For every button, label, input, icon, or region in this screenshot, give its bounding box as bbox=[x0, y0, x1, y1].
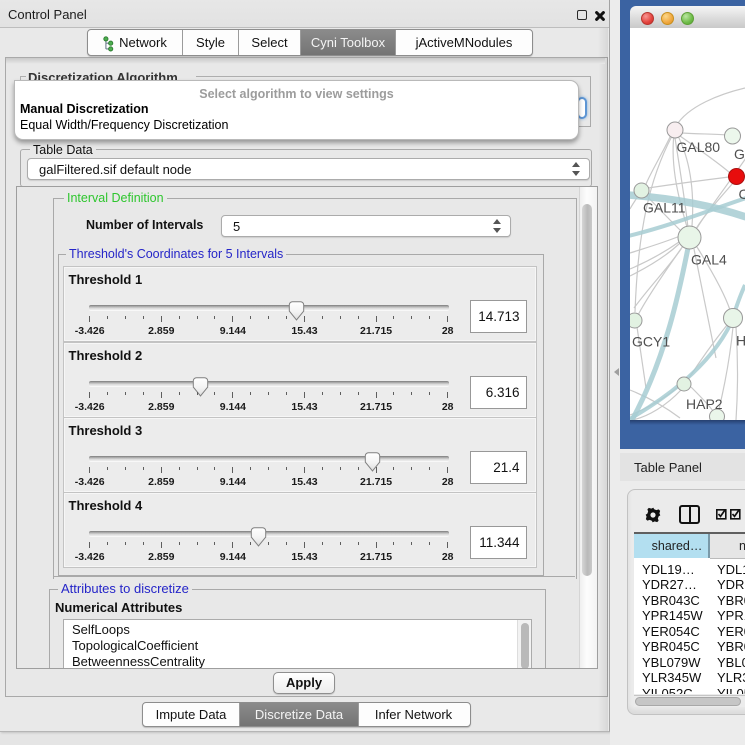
svg-text:GA: GA bbox=[734, 146, 745, 162]
svg-text:C: C bbox=[739, 186, 745, 202]
svg-text:GAL4: GAL4 bbox=[691, 252, 727, 268]
svg-text:GCY1: GCY1 bbox=[632, 334, 670, 350]
svg-text:HAP2: HAP2 bbox=[686, 396, 723, 412]
svg-text:GAL11: GAL11 bbox=[643, 200, 686, 216]
svg-text:H: H bbox=[736, 333, 745, 349]
svg-text:GAL80: GAL80 bbox=[677, 139, 721, 155]
